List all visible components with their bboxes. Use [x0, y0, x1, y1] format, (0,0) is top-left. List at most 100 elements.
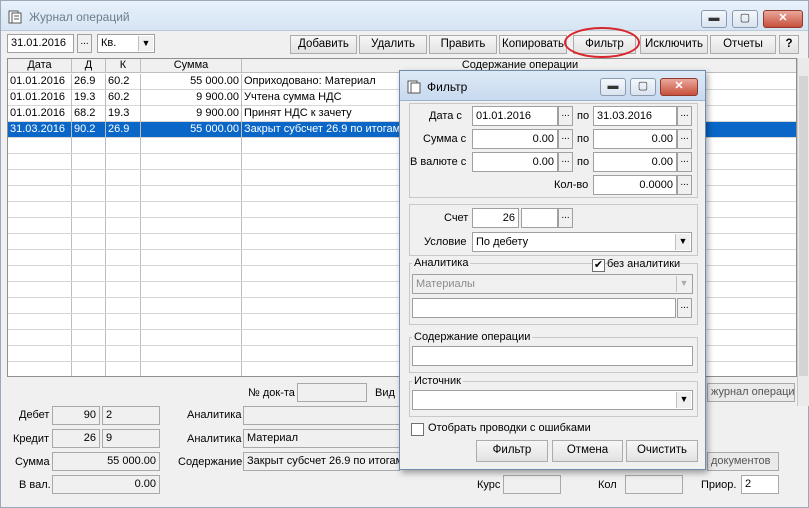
title-bar[interactable]: Журнал операций ▬ ▢ ✕ [1, 1, 808, 31]
period-value: Кв. [101, 37, 117, 49]
quantity-field[interactable] [625, 475, 683, 494]
source-group-label: Источник [412, 375, 463, 387]
content-group-label: Содержание операции [412, 331, 533, 343]
help-button[interactable]: ? [779, 35, 799, 54]
filter-button[interactable]: Фильтр [573, 35, 636, 54]
cell-credit: 26.9 [106, 122, 141, 138]
debit-subaccount-field[interactable]: 2 [102, 406, 160, 425]
cell-date: 01.01.2016 [8, 90, 72, 106]
condition-select[interactable]: По дебету ▼ [472, 232, 692, 252]
source-select[interactable]: ▼ [412, 390, 693, 410]
currency-from-label: В валюте с [410, 156, 467, 168]
cell-credit: 60.2 [106, 74, 141, 90]
credit-analytics-field[interactable]: Материал [243, 429, 400, 448]
content-input[interactable] [412, 346, 693, 366]
col-header-debit[interactable]: Д [72, 59, 106, 73]
priority-field[interactable]: 2 [741, 475, 779, 494]
copy-button[interactable]: Копировать [499, 35, 567, 54]
cell-sum: 9 900.00 [141, 106, 242, 122]
currency-to-input[interactable]: 0.00 [593, 152, 677, 172]
quantity-label: Кол [598, 479, 617, 491]
cell-sum: 55 000.00 [141, 74, 242, 90]
clear-button[interactable]: Очистить [626, 440, 698, 462]
delete-button[interactable]: Удалить [359, 35, 427, 54]
journal-button[interactable]: журнал операций) [707, 383, 795, 402]
apply-filter-button[interactable]: Фильтр [476, 440, 548, 462]
qty-label: Кол-во [554, 179, 589, 191]
content-field[interactable]: Закрыт субсчет 26.9 по итогам [243, 452, 400, 471]
credit-account-field[interactable]: 26 [52, 429, 100, 448]
dialog-title-bar[interactable]: Фильтр ▬ ▢ ✕ [400, 71, 705, 101]
analytics-select[interactable]: Материалы ▼ [412, 274, 693, 294]
date-input[interactable]: 31.01.2016 [7, 34, 74, 53]
qty-input[interactable]: 0.0000 [593, 175, 677, 195]
sum-from-calc-button[interactable]: ... [558, 129, 573, 149]
analytics-input[interactable] [412, 298, 676, 318]
col-header-sum[interactable]: Сумма [141, 59, 242, 73]
scrollbar-thumb[interactable] [799, 76, 808, 376]
doc-number-label: № док-та [248, 387, 295, 399]
dialog-maximize-button[interactable]: ▢ [630, 78, 656, 96]
chevron-down-icon[interactable]: ▼ [676, 276, 691, 292]
rate-field[interactable] [503, 475, 561, 494]
date-to-input[interactable]: 31.03.2016 [593, 106, 677, 126]
window-title: Журнал операций [29, 10, 130, 24]
debit-account-field[interactable]: 90 [52, 406, 100, 425]
sum-from-input[interactable]: 0.00 [472, 129, 558, 149]
account-picker-button[interactable]: ... [558, 208, 573, 228]
date-picker-button[interactable]: ... [77, 34, 92, 53]
currency-from-input[interactable]: 0.00 [472, 152, 558, 172]
doc-number-field[interactable] [297, 383, 367, 402]
debit-label: Дебет [19, 409, 50, 421]
date-to-label: по [577, 110, 590, 122]
analytics-label: Аналитика [187, 409, 242, 421]
documents-button[interactable]: документов [707, 452, 779, 471]
chevron-down-icon[interactable]: ▼ [676, 392, 691, 408]
col-header-date[interactable]: Дата [8, 59, 72, 73]
sum-field[interactable]: 55 000.00 [52, 452, 160, 471]
condition-value: По дебету [476, 236, 529, 248]
cell-date: 01.01.2016 [8, 106, 72, 122]
chevron-down-icon[interactable]: ▼ [138, 36, 153, 51]
errors-checkbox[interactable] [411, 423, 424, 436]
date-from-input[interactable]: 01.01.2016 [472, 106, 558, 126]
content-label: Содержание [178, 456, 243, 468]
chevron-down-icon[interactable]: ▼ [675, 234, 690, 250]
date-to-picker-button[interactable]: ... [677, 106, 692, 126]
currency-label: В вал. [19, 479, 51, 491]
analytics-label-2: Аналитика [187, 433, 242, 445]
dialog-minimize-button[interactable]: ▬ [600, 78, 626, 96]
minimize-button[interactable]: ▬ [701, 10, 727, 28]
credit-subaccount-field[interactable]: 9 [102, 429, 160, 448]
date-from-picker-button[interactable]: ... [558, 106, 573, 126]
no-analytics-checkbox[interactable]: ✔ [592, 259, 605, 272]
analytics-picker-button[interactable]: ... [677, 298, 692, 318]
edit-button[interactable]: Править [429, 35, 497, 54]
sum-to-input[interactable]: 0.00 [593, 129, 677, 149]
exclude-button[interactable]: Исключить [640, 35, 708, 54]
sum-to-calc-button[interactable]: ... [677, 129, 692, 149]
rate-label: Курс [477, 479, 501, 491]
add-button[interactable]: Добавить [290, 35, 357, 54]
currency-to-calc-button[interactable]: ... [677, 152, 692, 172]
dialog-close-button[interactable]: ✕ [660, 78, 698, 96]
journal-icon [407, 80, 421, 94]
close-button[interactable]: ✕ [763, 10, 803, 28]
toolbar: 31.01.2016 ... Кв. ▼ Добавить Удалить Пр… [1, 32, 808, 56]
currency-from-calc-button[interactable]: ... [558, 152, 573, 172]
doc-type-label: Вид [375, 387, 395, 399]
col-header-credit[interactable]: К [106, 59, 141, 73]
vertical-scrollbar[interactable] [797, 58, 809, 406]
subaccount-input[interactable] [521, 208, 558, 228]
currency-field[interactable]: 0.00 [52, 475, 160, 494]
period-select[interactable]: Кв. ▼ [97, 34, 155, 53]
credit-label: Кредит [13, 433, 50, 445]
debit-analytics-field[interactable] [243, 406, 400, 425]
maximize-button[interactable]: ▢ [732, 10, 758, 28]
account-label: Счет [444, 212, 469, 224]
qty-calc-button[interactable]: ... [677, 175, 692, 195]
reports-button[interactable]: Отчеты [710, 35, 776, 54]
account-input[interactable]: 26 [472, 208, 519, 228]
cancel-button[interactable]: Отмена [552, 440, 623, 462]
cell-date: 01.01.2016 [8, 74, 72, 90]
